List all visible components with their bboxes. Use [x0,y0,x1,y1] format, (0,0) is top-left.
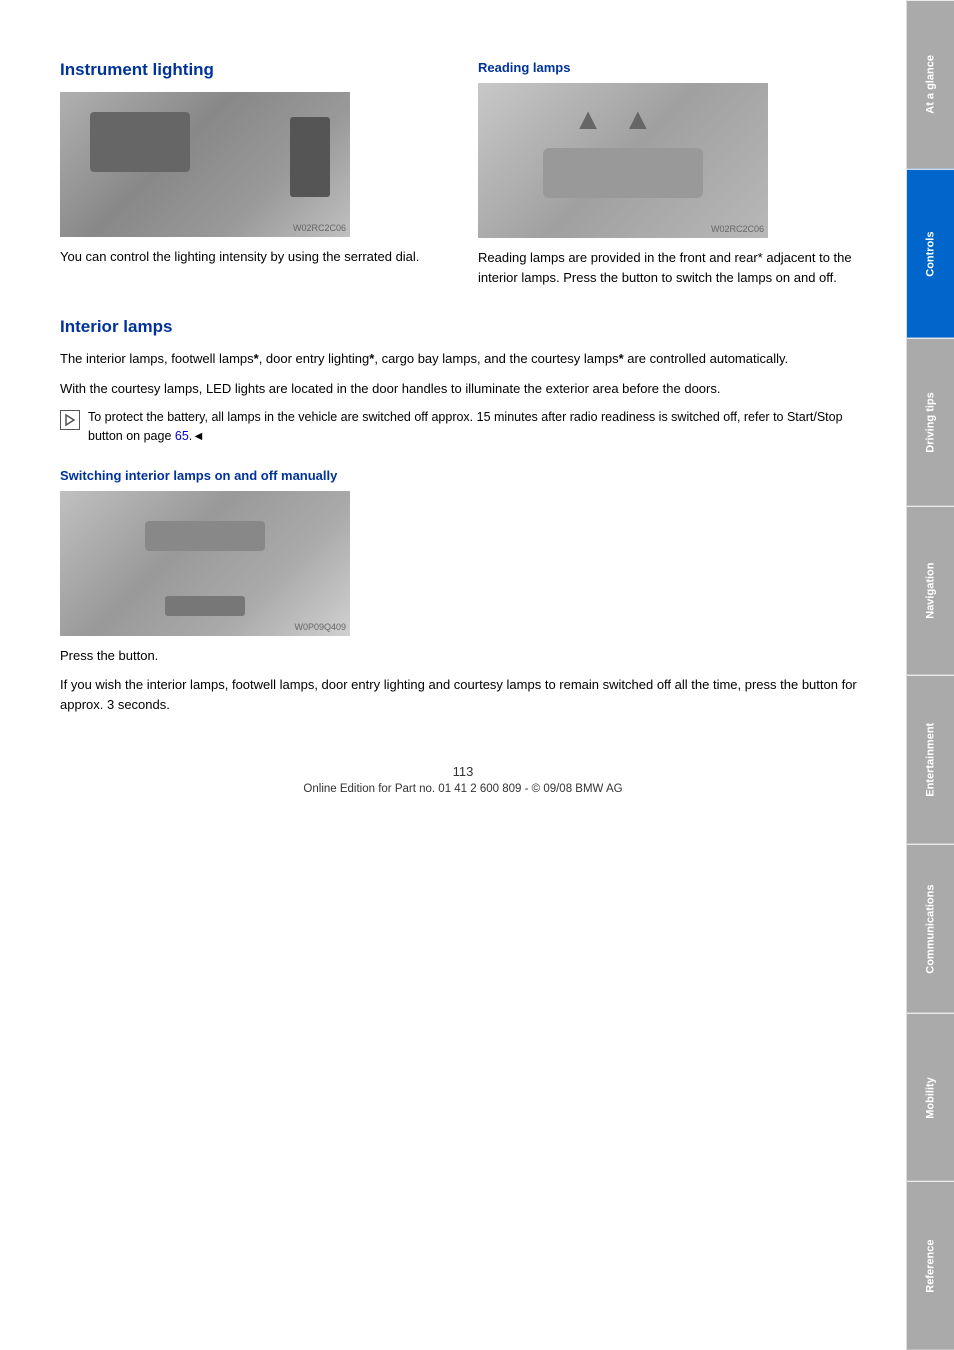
reading-lamps-section: Reading lamps W02RC2C06 Reading lamps ar… [478,60,866,297]
reading-image-label: W02RC2C06 [711,224,764,234]
reading-lamps-description: Reading lamps are provided in the front … [478,248,866,287]
instrument-lighting-image: W02RC2C06 [60,92,350,237]
switching-lamps-image: W0P09Q409 [60,491,350,636]
sidebar-tab-navigation-label: Navigation [925,563,937,619]
sidebar-tab-driving-tips-label: Driving tips [925,392,937,453]
reading-lamps-title: Reading lamps [478,60,866,75]
sidebar-tab-at-a-glance[interactable]: At a glance [907,0,954,169]
instrument-lighting-title: Instrument lighting [60,60,448,80]
top-section: Instrument lighting W02RC2C06 You can co… [60,60,866,297]
switching-image-label: W0P09Q409 [294,622,346,632]
note-box: To protect the battery, all lamps in the… [60,408,866,456]
instrument-lighting-section: Instrument lighting W02RC2C06 You can co… [60,60,448,297]
sidebar-tab-entertainment[interactable]: Entertainment [907,675,954,844]
switching-lamps-title: Switching interior lamps on and off manu… [60,468,866,483]
right-sidebar: At a glance Controls Driving tips Naviga… [906,0,954,1350]
reading-lamps-image: W02RC2C06 [478,83,768,238]
sidebar-tab-entertainment-label: Entertainment [925,723,937,797]
switching-lamps-para2: If you wish the interior lamps, footwell… [60,675,866,714]
interior-lamps-title: Interior lamps [60,317,866,337]
switching-lamps-para1: Press the button. [60,646,866,666]
sidebar-tab-reference[interactable]: Reference [907,1181,954,1350]
sidebar-tab-communications[interactable]: Communications [907,844,954,1013]
instrument-lighting-description: You can control the lighting intensity b… [60,247,448,267]
sidebar-tab-controls[interactable]: Controls [907,169,954,338]
main-content: Instrument lighting W02RC2C06 You can co… [0,0,906,1350]
sidebar-tab-mobility-label: Mobility [925,1077,937,1119]
sidebar-tab-driving-tips[interactable]: Driving tips [907,338,954,507]
note-icon [60,410,80,430]
sidebar-tab-controls-label: Controls [925,231,937,276]
sidebar-tab-at-a-glance-label: At a glance [925,56,937,115]
sidebar-tab-communications-label: Communications [925,884,937,973]
page-footer: 113 Online Edition for Part no. 01 41 2 … [60,754,866,795]
switching-lamps-section: Switching interior lamps on and off manu… [60,468,866,715]
footer-text: Online Edition for Part no. 01 41 2 600 … [303,783,622,795]
page-ref-link[interactable]: 65 [175,429,189,443]
interior-lamps-para1: The interior lamps, footwell lamps*, doo… [60,349,866,369]
instrument-image-label: W02RC2C06 [293,223,346,233]
sidebar-tab-reference-label: Reference [925,1240,937,1293]
page-number: 113 [60,764,866,779]
interior-lamps-section: Interior lamps The interior lamps, footw… [60,317,866,456]
sidebar-tab-mobility[interactable]: Mobility [907,1013,954,1182]
note-text: To protect the battery, all lamps in the… [88,408,866,446]
interior-lamps-para2: With the courtesy lamps, LED lights are … [60,379,866,399]
sidebar-tab-navigation[interactable]: Navigation [907,506,954,675]
